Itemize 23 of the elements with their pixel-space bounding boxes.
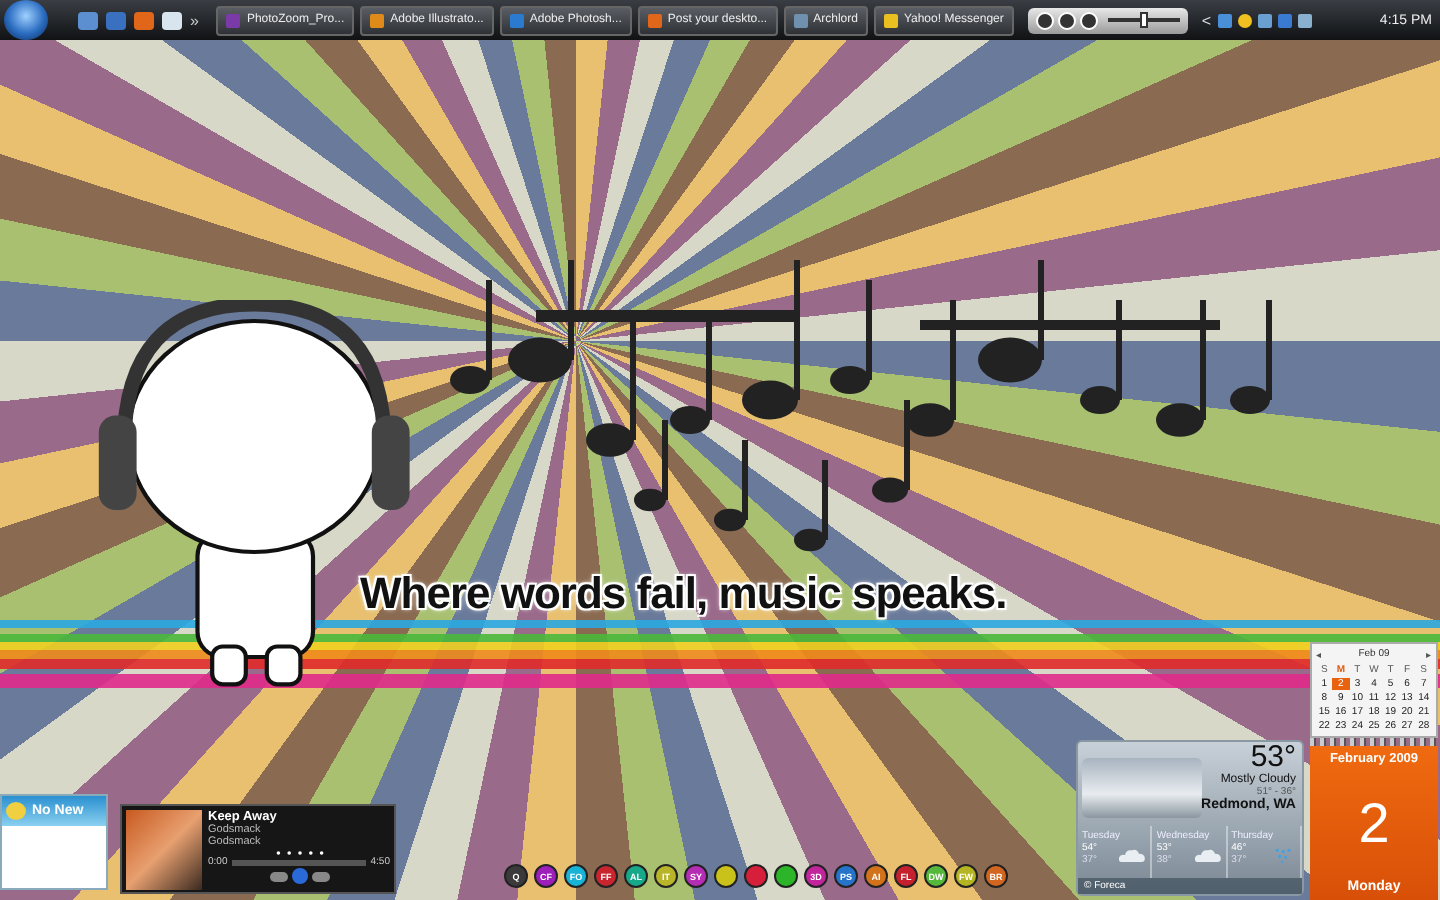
current-temperature: 53° (1250, 742, 1296, 774)
spiral-binding (1310, 738, 1438, 746)
volume-icon[interactable] (1297, 13, 1312, 27)
album-art-placeholder (126, 810, 202, 890)
day-number: 2 (1358, 795, 1390, 851)
show-hidden-icons-button[interactable]: < (1201, 11, 1212, 29)
cloud-photo-placeholder (1082, 758, 1202, 818)
more-button[interactable]: » (190, 11, 199, 29)
cloud-icon (1118, 845, 1147, 863)
start-button[interactable] (4, 0, 48, 40)
rating-dots-icon (275, 849, 323, 855)
pause-button[interactable] (1057, 11, 1076, 29)
next-button[interactable] (1079, 11, 1098, 29)
network-icon[interactable] (1277, 13, 1292, 27)
previous-button[interactable] (269, 871, 287, 881)
next-button[interactable] (311, 871, 329, 881)
previous-button[interactable] (1035, 11, 1054, 29)
mail-icon (6, 802, 26, 820)
cloud-icon (1193, 845, 1222, 863)
progress-bar[interactable] (231, 859, 367, 865)
dock-app-icon[interactable] (714, 864, 738, 888)
dock-app-icon[interactable] (744, 864, 768, 888)
dock-app-icon[interactable] (774, 864, 798, 888)
